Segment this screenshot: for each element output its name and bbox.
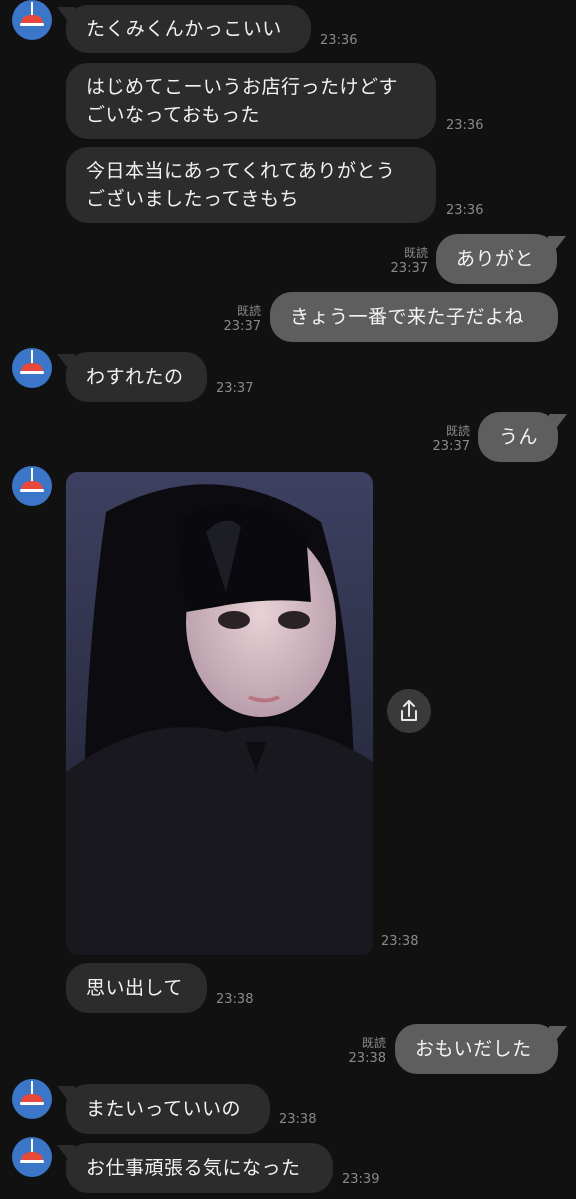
sender-avatar[interactable] [12, 466, 52, 506]
message-text-line: はじめてこーいうお店行ったけどす [86, 76, 399, 98]
message-time: 23:37 [432, 439, 470, 454]
message-time: 23:36 [446, 118, 484, 133]
message-meta: 既読 23:37 [414, 422, 470, 454]
message-time: 23:38 [216, 992, 254, 1007]
message-time: 23:38 [279, 1112, 317, 1127]
message-text: わすれたの [86, 366, 184, 388]
message-bubble[interactable]: はじめてこーいうお店行ったけどす ごいなっておもった [66, 63, 436, 139]
message-text: またいっていいの [86, 1098, 242, 1120]
read-receipt: 既読 [445, 424, 470, 438]
message-bubble[interactable]: またいっていいの [66, 1084, 270, 1134]
message-bubble[interactable]: 今日本当にあってくれてありがとう ございましたってきもち [66, 147, 436, 223]
message-time: 23:36 [446, 203, 484, 218]
message-bubble[interactable]: おもいだした [395, 1024, 558, 1074]
message-bubble[interactable]: たくみくんかっこいい [66, 5, 311, 53]
share-icon [401, 700, 417, 721]
message-bubble[interactable]: お仕事頑張る気になった [66, 1143, 333, 1193]
message-time: 23:38 [381, 934, 419, 949]
message-meta: 既読 23:37 [372, 244, 428, 276]
message-text: うん [499, 426, 539, 448]
message-time: 23:37 [216, 381, 254, 396]
message-text-line: ございましたってきもち [86, 188, 299, 210]
sender-avatar[interactable] [12, 1137, 52, 1177]
message-text: きょう一番で来た子だよね [290, 306, 525, 328]
message-time: 23:37 [223, 319, 261, 334]
message-text: おもいだした [415, 1038, 532, 1060]
message-bubble[interactable]: きょう一番で来た子だよね [270, 292, 558, 342]
message-text: たくみくんかっこいい [86, 18, 282, 40]
read-receipt: 既読 [236, 304, 261, 318]
share-button[interactable] [387, 689, 431, 733]
message-text-line: 今日本当にあってくれてありがとう [86, 160, 396, 182]
lamp-avatar-icon [20, 468, 44, 492]
selfie-photo [66, 472, 373, 955]
message-time: 23:38 [348, 1051, 386, 1066]
message-bubble[interactable]: ありがと [436, 234, 557, 284]
message-bubble[interactable]: 思い出して [66, 963, 207, 1013]
read-receipt: 既読 [361, 1036, 386, 1050]
message-text: 思い出して [86, 977, 183, 999]
message-bubble[interactable]: うん [478, 412, 558, 462]
message-text: ありがと [456, 248, 535, 270]
lamp-avatar-icon [20, 1139, 44, 1163]
lamp-avatar-icon [20, 2, 44, 26]
sender-avatar[interactable] [12, 348, 52, 388]
message-text-line: ごいなっておもった [86, 104, 260, 126]
message-time: 23:36 [320, 33, 358, 48]
sender-avatar[interactable] [12, 1079, 52, 1119]
photo-message[interactable] [66, 472, 373, 955]
message-text: お仕事頑張る気になった [86, 1157, 301, 1179]
message-time: 23:39 [342, 1172, 380, 1187]
message-time: 23:37 [390, 261, 428, 276]
message-bubble[interactable]: わすれたの [66, 352, 207, 402]
lamp-avatar-icon [20, 1081, 44, 1105]
lamp-avatar-icon [20, 350, 44, 374]
message-meta: 既読 23:37 [205, 302, 261, 334]
sender-avatar[interactable] [12, 0, 52, 40]
message-meta: 既読 23:38 [330, 1034, 386, 1066]
read-receipt: 既読 [403, 246, 428, 260]
